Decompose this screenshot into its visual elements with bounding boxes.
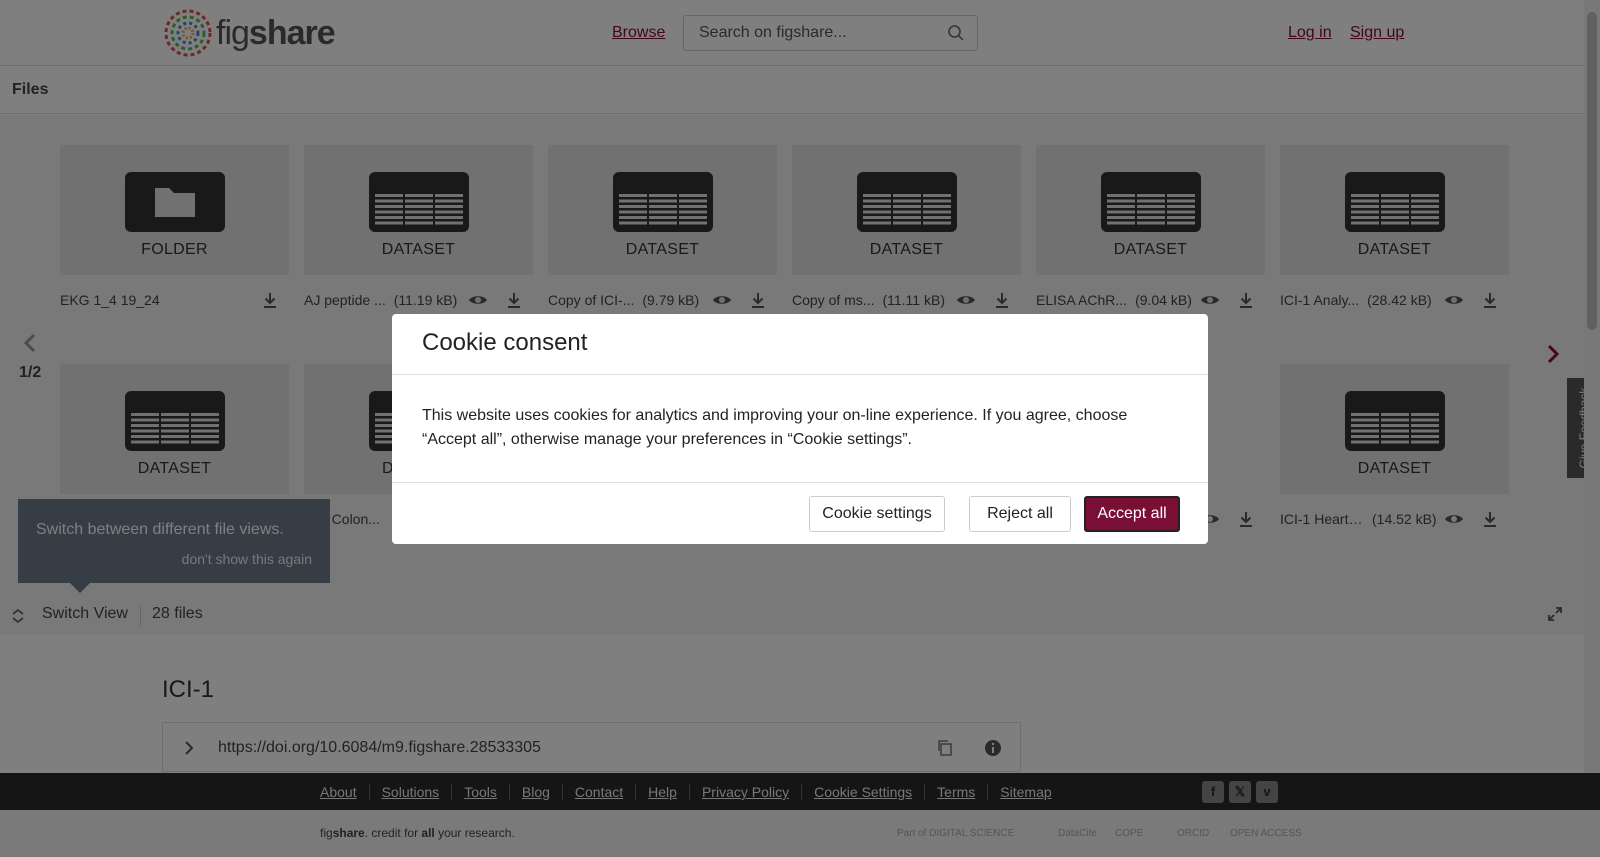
cookie-settings-button[interactable]: Cookie settings	[809, 496, 945, 532]
cookie-consent-dialog: Cookie consent This website uses cookies…	[392, 314, 1208, 544]
modal-title: Cookie consent	[422, 329, 588, 356]
accept-all-button[interactable]: Accept all	[1084, 496, 1180, 532]
modal-body-text: This website uses cookies for analytics …	[422, 407, 1128, 448]
reject-all-button[interactable]: Reject all	[969, 496, 1071, 532]
modal-header: Cookie consent	[392, 314, 1208, 375]
modal-footer: Cookie settings Reject all Accept all	[392, 482, 1208, 544]
